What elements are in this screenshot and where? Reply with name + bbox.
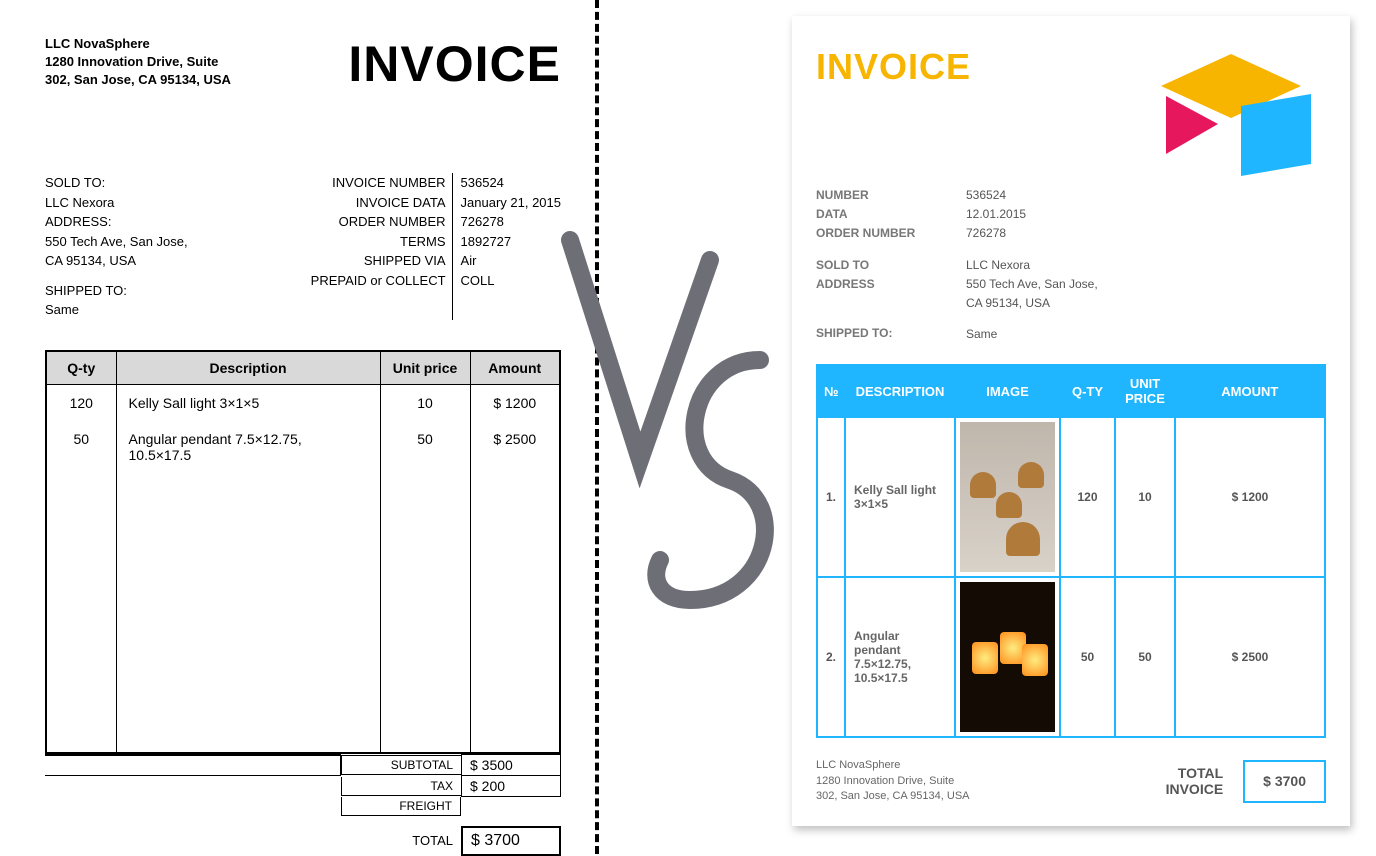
shipped-to-value: Same bbox=[45, 300, 245, 320]
col-num: № bbox=[817, 365, 845, 417]
left-invoice-title: INVOICE bbox=[348, 35, 561, 93]
meta-label: SHIPPED TO: bbox=[816, 324, 916, 343]
right-footer: LLC NovaSphere 1280 Innovation Drive, Su… bbox=[816, 758, 1326, 804]
meta-value: January 21, 2015 bbox=[461, 193, 561, 213]
cell-qty: 50 bbox=[1060, 577, 1115, 737]
col-qty: Q-TY bbox=[1060, 365, 1115, 417]
cell-unit: 50 bbox=[1115, 577, 1175, 737]
company-name: LLC NovaSphere bbox=[45, 35, 231, 53]
col-amt: AMOUNT bbox=[1175, 365, 1325, 417]
meta-value: 12.01.2015 bbox=[966, 205, 1106, 224]
left-meta-block: INVOICE NUMBER INVOICE DATA ORDER NUMBER… bbox=[311, 173, 561, 320]
meta-label: INVOICE NUMBER bbox=[311, 173, 446, 193]
meta-label: DATA bbox=[816, 205, 916, 224]
meta-label: ORDER NUMBER bbox=[311, 212, 446, 232]
cell-amt: $ 2500 bbox=[470, 421, 560, 473]
sold-to-block: SOLD TO: LLC Nexora ADDRESS: 550 Tech Av… bbox=[45, 173, 245, 320]
left-items-table: Q-ty Description Unit price Amount 120 K… bbox=[45, 350, 561, 754]
subtotal-value: $ 3500 bbox=[461, 754, 561, 776]
cell-desc: Kelly Sall light 3×1×5 bbox=[116, 384, 380, 421]
address-label: ADDRESS: bbox=[45, 212, 245, 232]
company-addr1: 1280 Innovation Drive, Suite bbox=[45, 53, 231, 71]
cell-qty: 50 bbox=[46, 421, 116, 473]
meta-label: SHIPPED VIA bbox=[311, 251, 446, 271]
meta-value: Same bbox=[966, 325, 1106, 344]
logo-icon bbox=[1136, 46, 1326, 176]
meta-value: 726278 bbox=[966, 224, 1106, 243]
total-value: $ 3700 bbox=[1243, 760, 1326, 804]
right-meta-block: NUMBER DATA ORDER NUMBER SOLD TO ADDRESS… bbox=[816, 186, 1326, 344]
cell-unit: 10 bbox=[380, 384, 470, 421]
col-img: IMAGE bbox=[955, 365, 1060, 417]
left-company: LLC NovaSphere 1280 Innovation Drive, Su… bbox=[45, 35, 231, 90]
col-desc: Description bbox=[116, 351, 380, 385]
freight-label: FREIGHT bbox=[341, 797, 461, 816]
table-row: 1. Kelly Sall light 3×1×5 120 10 $ 1200 bbox=[817, 417, 1325, 577]
right-invoice-doc: INVOICE NUMBER DATA ORDER NUMBER SOLD TO… bbox=[792, 16, 1350, 826]
meta-value: COLL bbox=[461, 271, 561, 291]
cell-num: 2. bbox=[817, 577, 845, 737]
left-invoice-doc: LLC NovaSphere 1280 Innovation Drive, Su… bbox=[20, 10, 586, 825]
footer-addr1: 1280 Innovation Drive, Suite bbox=[816, 774, 970, 789]
col-unit: Unit price bbox=[380, 351, 470, 385]
meta-label: TERMS bbox=[311, 232, 446, 252]
table-row: 50 Angular pendant 7.5×12.75, 10.5×17.5 … bbox=[46, 421, 560, 473]
table-row: 120 Kelly Sall light 3×1×5 10 $ 1200 bbox=[46, 384, 560, 421]
cell-amt: $ 1200 bbox=[1175, 417, 1325, 577]
cell-num: 1. bbox=[817, 417, 845, 577]
meta-label: NUMBER bbox=[816, 186, 916, 205]
sold-addr2: CA 95134, USA bbox=[45, 251, 245, 271]
total-value: $ 3700 bbox=[461, 826, 561, 856]
totals-block: SUBTOTAL $ 3500 TAX $ 200 FREIGHT TOTAL … bbox=[45, 754, 561, 856]
meta-label: SOLD TO bbox=[816, 256, 916, 275]
sold-addr1: 550 Tech Ave, San Jose, bbox=[45, 232, 245, 252]
footer-addr2: 302, San Jose, CA 95134, USA bbox=[816, 789, 970, 804]
sold-to-label: SOLD TO: bbox=[45, 173, 245, 193]
subtotal-label: SUBTOTAL bbox=[341, 755, 461, 775]
cell-desc: Angular pendant 7.5×12.75, 10.5×17.5 bbox=[845, 577, 955, 737]
table-row: 2. Angular pendant 7.5×12.75, 10.5×17.5 … bbox=[817, 577, 1325, 737]
cell-unit: 50 bbox=[380, 421, 470, 473]
meta-value: LLC Nexora bbox=[966, 256, 1106, 275]
meta-label: ORDER NUMBER bbox=[816, 224, 916, 243]
meta-value: 1892727 bbox=[461, 232, 561, 252]
cell-qty: 120 bbox=[46, 384, 116, 421]
tax-label: TAX bbox=[341, 777, 461, 796]
footer-company: LLC NovaSphere bbox=[816, 758, 970, 773]
meta-value: 550 Tech Ave, San Jose, CA 95134, USA bbox=[966, 275, 1106, 313]
meta-value: Air bbox=[461, 251, 561, 271]
product-image bbox=[955, 577, 1060, 737]
cell-amt: $ 1200 bbox=[470, 384, 560, 421]
divider-line bbox=[595, 0, 599, 854]
cell-unit: 10 bbox=[1115, 417, 1175, 577]
col-qty: Q-ty bbox=[46, 351, 116, 385]
col-amt: Amount bbox=[470, 351, 560, 385]
meta-label: PREPAID or COLLECT bbox=[311, 271, 446, 291]
sold-to-name: LLC Nexora bbox=[45, 193, 245, 213]
cell-desc: Angular pendant 7.5×12.75, 10.5×17.5 bbox=[116, 421, 380, 473]
right-invoice-title: INVOICE bbox=[816, 46, 971, 88]
col-desc: DESCRIPTION bbox=[845, 365, 955, 417]
table-row-empty bbox=[46, 473, 560, 753]
meta-value: 536524 bbox=[461, 173, 561, 193]
shipped-to-label: SHIPPED TO: bbox=[45, 281, 245, 301]
right-items-table: № DESCRIPTION IMAGE Q-TY UNIT PRICE AMOU… bbox=[816, 364, 1326, 738]
product-image bbox=[955, 417, 1060, 577]
meta-label: INVOICE DATA bbox=[311, 193, 446, 213]
cell-qty: 120 bbox=[1060, 417, 1115, 577]
cell-amt: $ 2500 bbox=[1175, 577, 1325, 737]
meta-value: 726278 bbox=[461, 212, 561, 232]
meta-label: ADDRESS bbox=[816, 275, 916, 294]
cell-desc: Kelly Sall light 3×1×5 bbox=[845, 417, 955, 577]
company-addr2: 302, San Jose, CA 95134, USA bbox=[45, 71, 231, 89]
tax-value: $ 200 bbox=[461, 776, 561, 797]
total-label: TOTAL bbox=[341, 829, 461, 852]
col-unit: UNIT PRICE bbox=[1115, 365, 1175, 417]
total-label: TOTAL INVOICE bbox=[1166, 765, 1224, 799]
meta-value: 536524 bbox=[966, 186, 1106, 205]
